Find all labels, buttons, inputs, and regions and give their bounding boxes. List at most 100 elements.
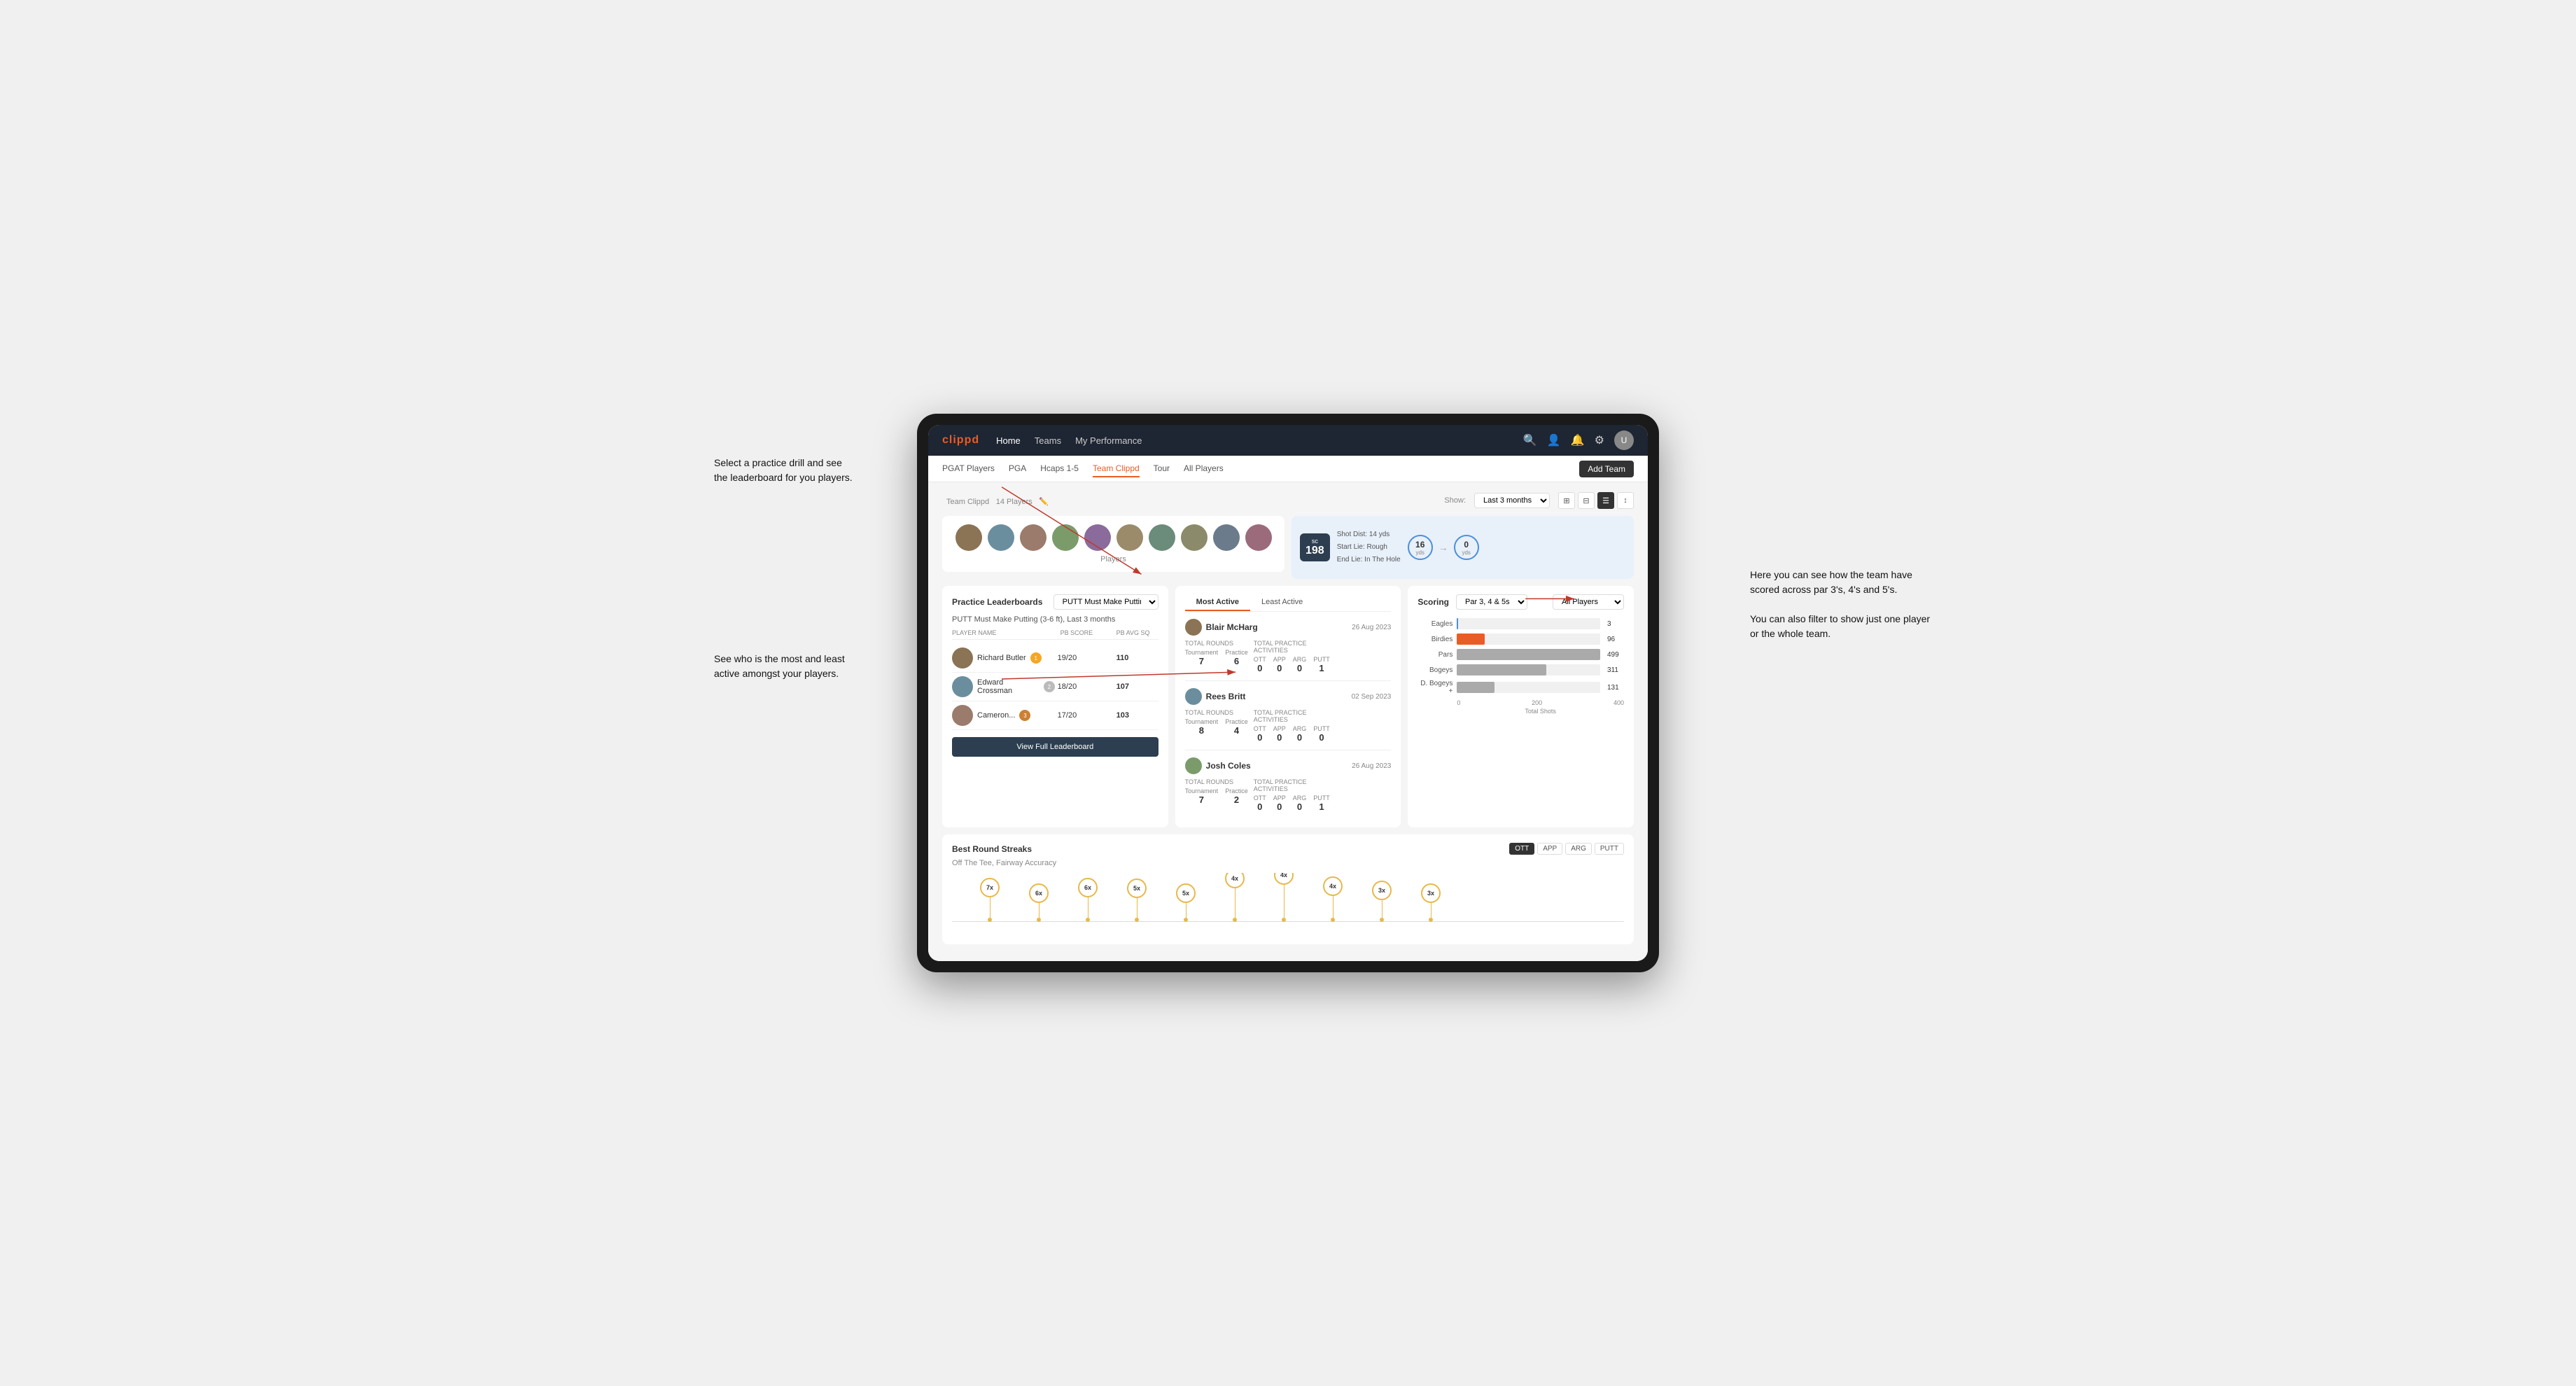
streaks-card: Best Round Streaks OTT APP ARG PUTT Off … [942, 834, 1634, 944]
tablet-screen: clippd Home Teams My Performance 🔍 👤 🔔 ⚙… [928, 425, 1648, 961]
player-avatar-7[interactable] [1149, 524, 1175, 551]
bar-label: D. Bogeys + [1418, 680, 1452, 695]
pa-name-3: Josh Coles [1185, 757, 1251, 774]
shot-card: sc 198 Shot Dist: 14 yds Start Lie: Roug… [1292, 516, 1634, 579]
tab-least-active[interactable]: Least Active [1250, 594, 1314, 611]
players-avatars [955, 524, 1272, 551]
subnav: PGAT Players PGA Hcaps 1-5 Team Clippd T… [928, 456, 1648, 482]
add-team-button[interactable]: Add Team [1579, 461, 1634, 477]
bar-row-eagles: Eagles 3 [1418, 618, 1624, 629]
bar-track [1457, 649, 1600, 660]
lb-name-2: Edward Crossman [977, 678, 1040, 695]
pa-header-2: Rees Britt 02 Sep 2023 [1185, 688, 1392, 705]
bar-row-bogeys: Bogeys 311 [1418, 664, 1624, 676]
shot-circle-1: 16 yds [1408, 535, 1433, 560]
nav-link-teams[interactable]: Teams [1035, 433, 1061, 449]
players-card: Players [942, 516, 1284, 572]
pa-avatar-2 [1185, 688, 1202, 705]
pa-stats-2: Total Rounds Tournament8 Practice4 Total… [1185, 709, 1392, 743]
streak-dot [1233, 918, 1237, 922]
subnav-team-clippd[interactable]: Team Clippd [1093, 461, 1140, 477]
lb-name-3: Cameron... [977, 711, 1015, 720]
lb-name-1: Richard Butler [977, 654, 1026, 662]
streak-bubble: 4x [1225, 873, 1245, 888]
shot-arrow-icon: → [1438, 542, 1448, 553]
streak-line [1235, 888, 1236, 918]
activity-card: Most Active Least Active Blair McHarg 26… [1175, 586, 1401, 827]
user-avatar[interactable]: U [1614, 430, 1634, 450]
subnav-pgat[interactable]: PGAT Players [942, 461, 995, 477]
subnav-all-players[interactable]: All Players [1184, 461, 1224, 477]
practice-drill-select[interactable]: PUTT Must Make Putting... OTT Fairway Ac… [1054, 594, 1158, 610]
player-avatar-1[interactable] [955, 524, 982, 551]
nav-link-home[interactable]: Home [996, 433, 1021, 449]
streak-filter-arg[interactable]: ARG [1565, 843, 1592, 855]
players-row-container: Players sc 198 Shot Dist: 14 yds Start L… [942, 516, 1634, 579]
player-avatar-10[interactable] [1245, 524, 1272, 551]
lb-col-avg: PB Avg SQ [1116, 629, 1158, 636]
table-row: Edward Crossman 2 18/20 107 [952, 673, 1158, 701]
bar-track [1457, 682, 1600, 693]
three-columns: Practice Leaderboards PUTT Must Make Put… [942, 586, 1634, 827]
bar-value: 96 [1607, 636, 1624, 643]
streak-dot [1184, 918, 1188, 922]
bar-fill [1457, 634, 1484, 645]
streak-bubble: 6x [1078, 878, 1098, 897]
settings-icon[interactable]: ⚙ [1595, 433, 1604, 447]
list-item: Rees Britt 02 Sep 2023 Total Rounds Tour… [1185, 688, 1392, 750]
lb-avg-2: 107 [1116, 682, 1158, 691]
streak-point-9: 3x [1421, 883, 1441, 922]
streak-bubble: 5x [1176, 883, 1196, 903]
player-avatar-8[interactable] [1181, 524, 1208, 551]
pa-date-3: 26 Aug 2023 [1352, 762, 1391, 770]
streak-filter-ott[interactable]: OTT [1509, 843, 1534, 855]
show-period-select[interactable]: Last 3 months Last 6 months Last year [1474, 493, 1550, 508]
view-list[interactable]: ☰ [1597, 492, 1614, 509]
nav-link-performance[interactable]: My Performance [1075, 433, 1142, 449]
bell-icon[interactable]: 🔔 [1571, 433, 1585, 447]
player-avatar-3[interactable] [1020, 524, 1046, 551]
scoring-par-filter[interactable]: Par 3, 4 & 5s Par 3s Par 4s Par 5s [1456, 594, 1527, 610]
bar-track [1457, 664, 1600, 676]
bar-label: Pars [1418, 651, 1452, 659]
practice-leaderboards-header: Practice Leaderboards PUTT Must Make Put… [952, 594, 1158, 610]
shot-badge: sc 198 [1300, 533, 1330, 561]
streaks-chart: 7x 6x 6x 5x 5x 4x 4x 4x 3x 3x [952, 873, 1624, 936]
bar-fill [1457, 649, 1600, 660]
pa-stats-3: Total Rounds Tournament7 Practice2 Total… [1185, 778, 1392, 812]
streak-filter-app[interactable]: APP [1537, 843, 1562, 855]
streaks-header: Best Round Streaks OTT APP ARG PUTT [952, 843, 1624, 855]
view-grid-large[interactable]: ⊟ [1578, 492, 1595, 509]
annotation-bottom-left: See who is the most and least active amo… [714, 652, 854, 681]
player-avatar-4[interactable] [1052, 524, 1079, 551]
streak-dot [1331, 918, 1335, 922]
search-icon[interactable]: 🔍 [1523, 433, 1537, 447]
tablet-shell: clippd Home Teams My Performance 🔍 👤 🔔 ⚙… [917, 414, 1659, 972]
streak-filter-putt[interactable]: PUTT [1595, 843, 1624, 855]
bar-label: Eagles [1418, 620, 1452, 628]
person-icon[interactable]: 👤 [1547, 433, 1561, 447]
tab-most-active[interactable]: Most Active [1185, 594, 1250, 611]
scoring-bar-chart: Eagles 3 Birdies 96 Pars 499 Bogeys 311 … [1418, 618, 1624, 695]
lb-avatar-2 [952, 676, 973, 697]
lb-badge-1: 1 [1030, 652, 1042, 664]
scoring-player-filter[interactable]: All Players Blair McHarg Rees Britt [1553, 594, 1624, 610]
pa-name-1: Blair McHarg [1185, 619, 1258, 636]
page-wrapper: Select a practice drill and see the lead… [868, 414, 1708, 972]
view-grid-small[interactable]: ⊞ [1558, 492, 1575, 509]
streak-point-7: 4x [1323, 876, 1343, 922]
list-item: Josh Coles 26 Aug 2023 Total Rounds Tour… [1185, 757, 1392, 819]
pa-name-2: Rees Britt [1185, 688, 1246, 705]
streak-line [1333, 896, 1334, 918]
player-avatar-6[interactable] [1116, 524, 1143, 551]
streaks-filters: OTT APP ARG PUTT [1509, 843, 1624, 855]
player-avatar-5[interactable] [1084, 524, 1111, 551]
subnav-tour[interactable]: Tour [1154, 461, 1170, 477]
subnav-pga[interactable]: PGA [1009, 461, 1026, 477]
streak-dot [1037, 918, 1041, 922]
player-avatar-9[interactable] [1213, 524, 1240, 551]
player-avatar-2[interactable] [988, 524, 1014, 551]
view-sort[interactable]: ↕ [1617, 492, 1634, 509]
view-full-leaderboard-button[interactable]: View Full Leaderboard [952, 737, 1158, 757]
subnav-hcaps[interactable]: Hcaps 1-5 [1040, 461, 1079, 477]
